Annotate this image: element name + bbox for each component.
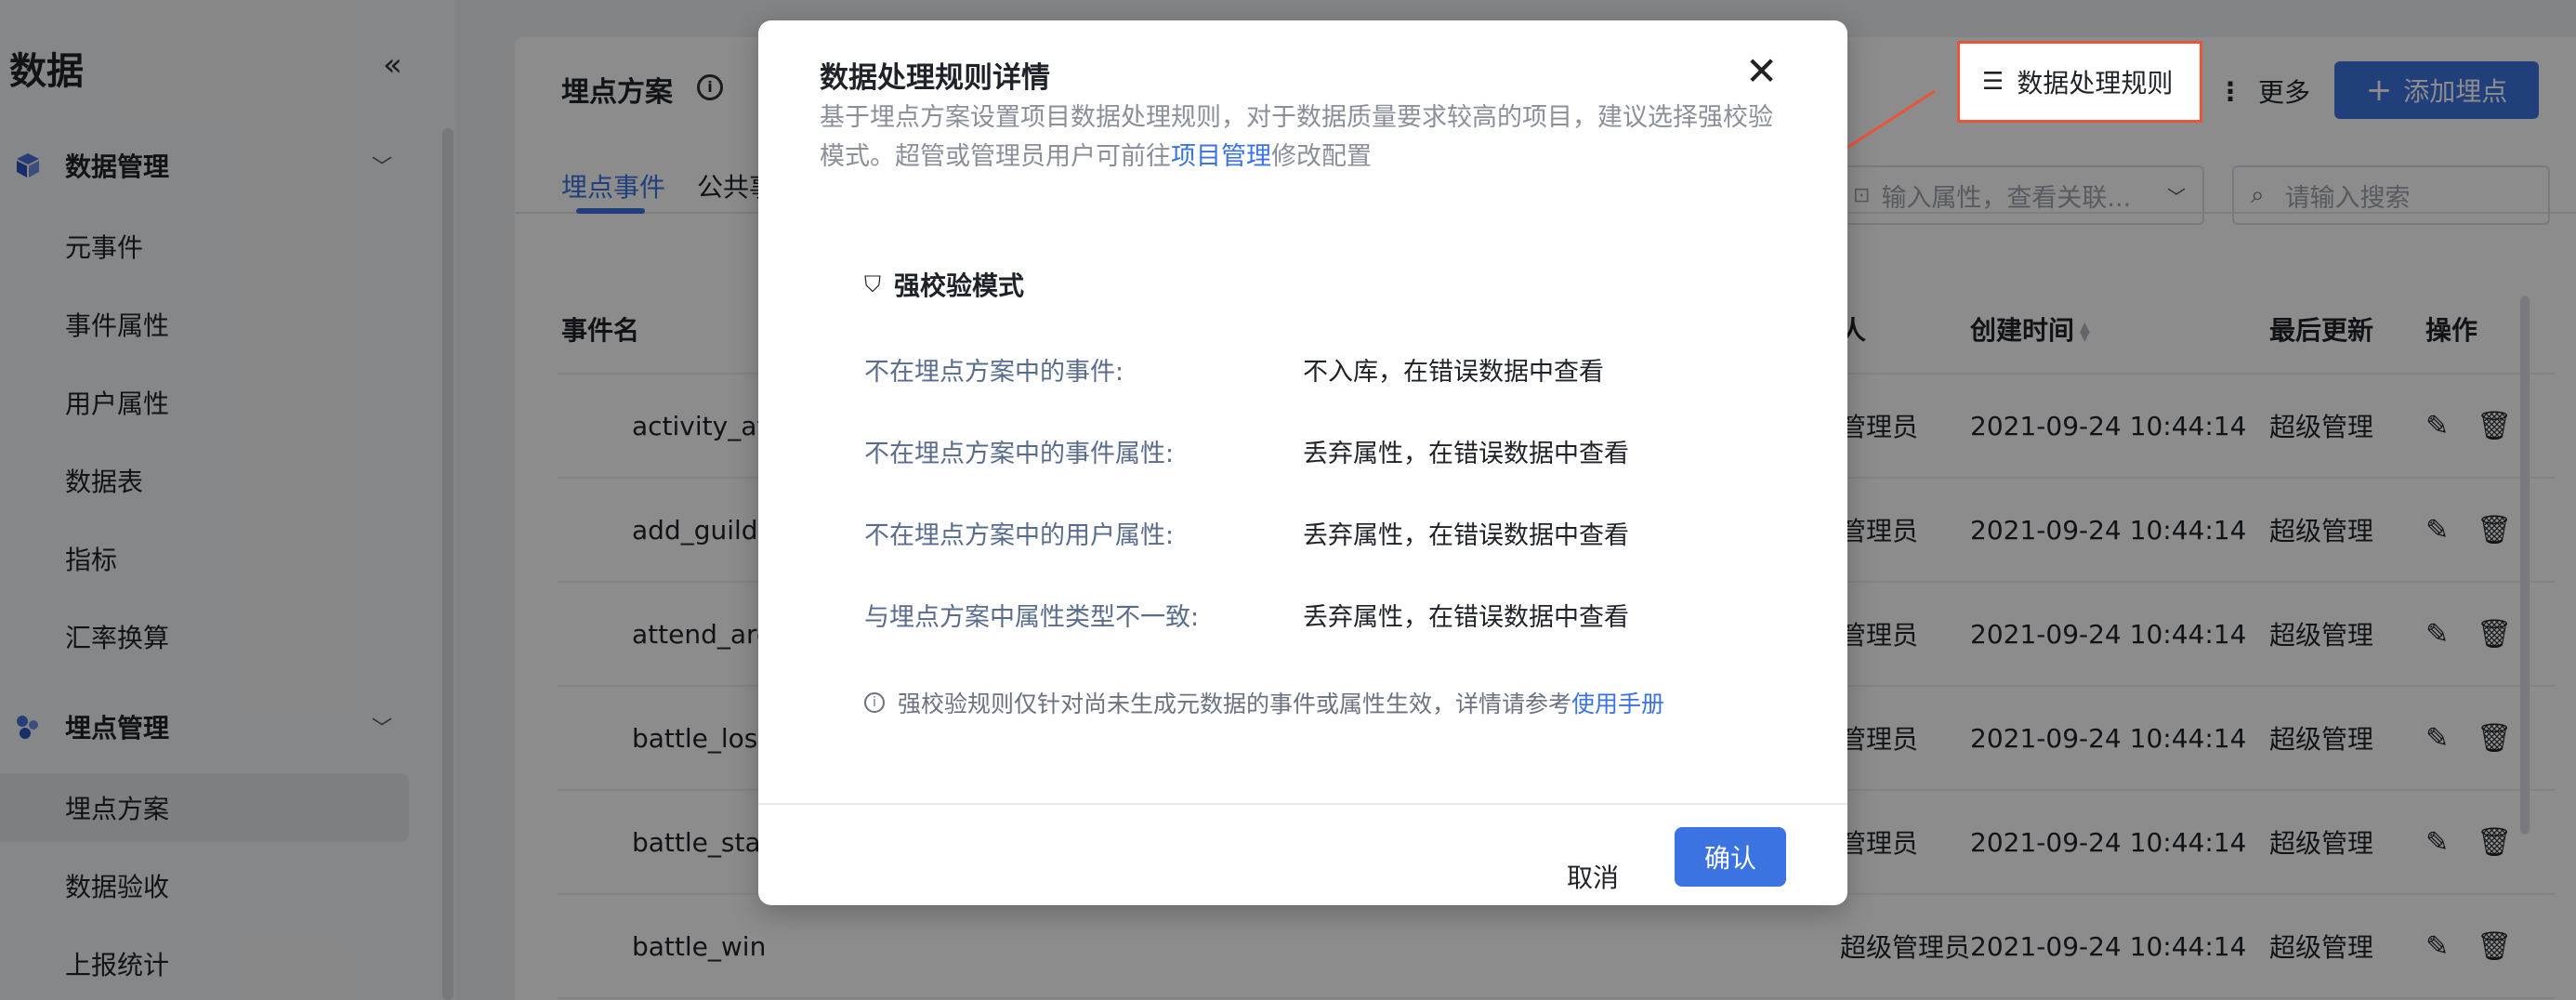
rule-key: 不在埋点方案中的事件属性: [864, 440, 1175, 468]
rule-key: 不在埋点方案中的事件: [864, 358, 1124, 387]
mode-heading: ⛉ 强校验模式 [864, 266, 1024, 303]
user-manual-link[interactable]: 使用手册 [1571, 686, 1664, 719]
close-icon[interactable]: ✕ [1745, 52, 1778, 91]
modal-note: i 强校验规则仅针对尚未生成元数据的事件或属性生效，详情请参考 使用手册 [864, 686, 1664, 719]
rule-value: 不入库，在错误数据中查看 [1303, 358, 1604, 387]
rules-detail-modal: 数据处理规则详情 ✕ 基于埋点方案设置项目数据处理规则，对于数据质量要求较高的项… [758, 20, 1847, 905]
info-icon: i [864, 692, 885, 713]
modal-footer-divider [758, 803, 1847, 805]
description-text-end: 修改配置 [1271, 142, 1372, 171]
rule-key: 不在埋点方案中的用户属性: [864, 521, 1175, 550]
modal-description: 基于埋点方案设置项目数据处理规则，对于数据质量要求较高的项目，建议选择强校验模式… [820, 99, 1786, 177]
rule-value: 丢弃属性，在错误数据中查看 [1303, 603, 1629, 632]
confirm-button[interactable]: 确认 [1675, 827, 1786, 887]
rule-value: 丢弃属性，在错误数据中查看 [1303, 521, 1629, 550]
note-text: 强校验规则仅针对尚未生成元数据的事件或属性生效，详情请参考 [898, 691, 1572, 717]
shield-icon: ⛉ [864, 271, 881, 297]
mode-title: 强校验模式 [894, 270, 1025, 301]
rule-value: 丢弃属性，在错误数据中查看 [1303, 440, 1629, 468]
cancel-button[interactable]: 取消 [1556, 848, 1630, 905]
modal-title: 数据处理规则详情 [820, 61, 1050, 95]
rule-key: 与埋点方案中属性类型不一致: [864, 603, 1200, 632]
project-management-link[interactable]: 项目管理 [1171, 142, 1271, 171]
